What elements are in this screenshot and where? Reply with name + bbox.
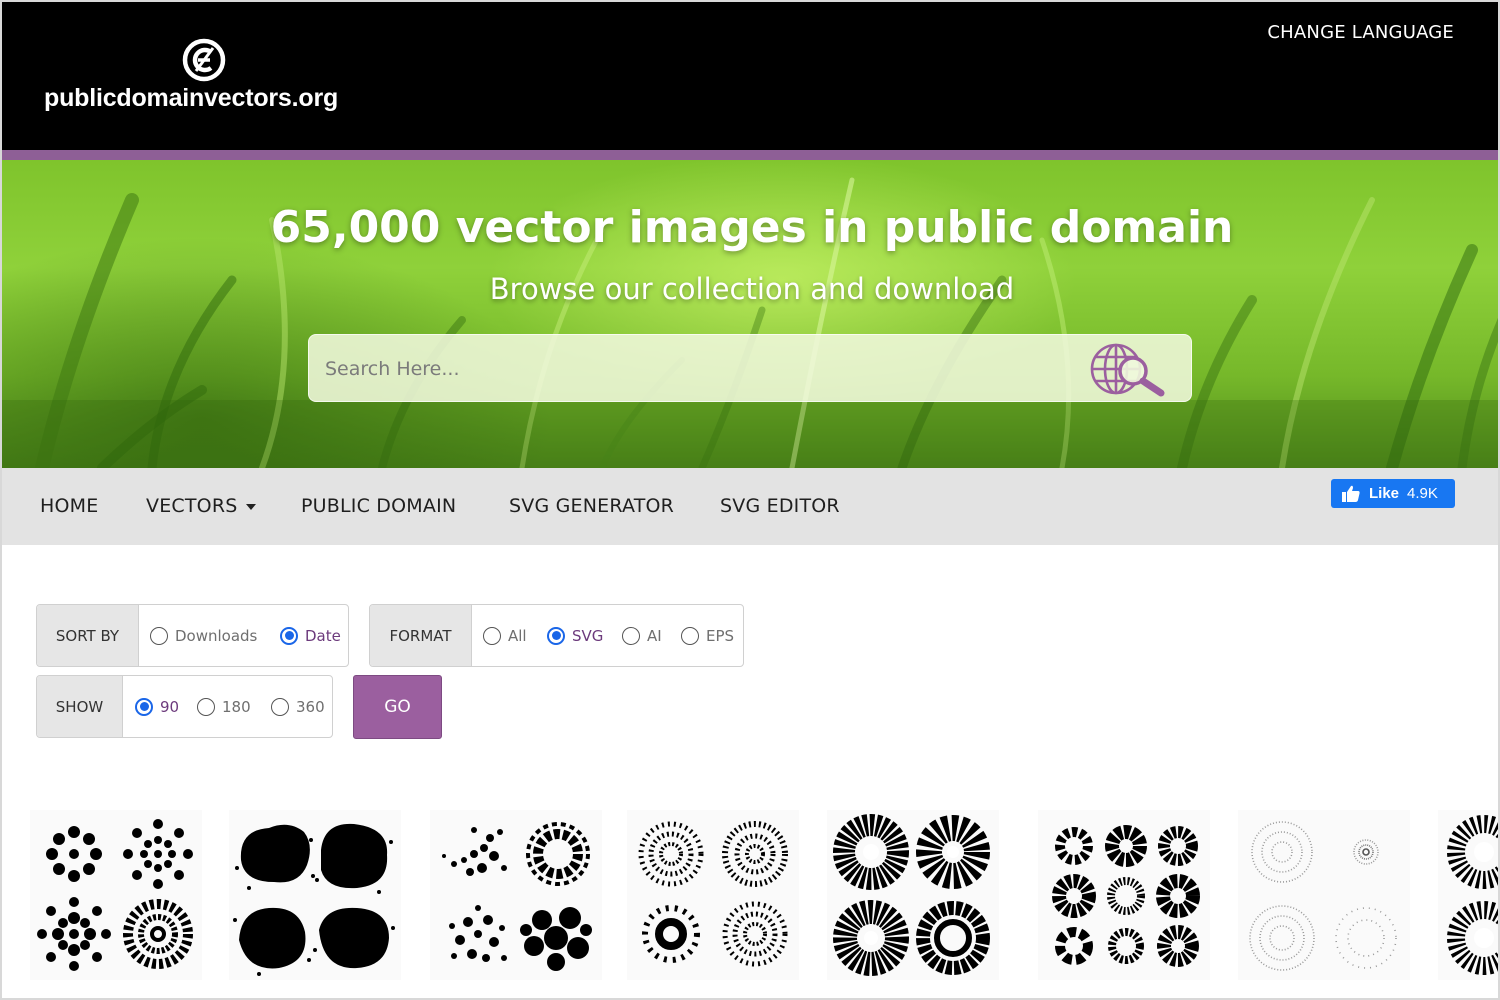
halftone-blob-patterns-icon	[233, 823, 395, 976]
dot-swirl-patterns-icon	[442, 822, 592, 971]
radio-360[interactable]	[271, 697, 289, 716]
vector-thumbnail[interactable]	[627, 810, 799, 980]
format-option-eps[interactable]: EPS	[681, 605, 734, 666]
hero-subtitle: Browse our collection and download	[489, 272, 1015, 306]
facebook-like-count: 4.9K	[1407, 485, 1438, 502]
sort-by-label: SORT BY	[37, 605, 139, 666]
nav-item-vectors-label: VECTORS	[146, 495, 238, 517]
nav-item-svg-editor[interactable]: SVG EDITOR	[720, 495, 840, 517]
vector-thumbnail[interactable]	[430, 810, 602, 980]
format-option-all[interactable]: All	[483, 605, 527, 666]
header-accent-divider	[2, 150, 1498, 160]
radio-all[interactable]	[483, 626, 501, 645]
facebook-like-button[interactable]: Like 4.9K	[1331, 479, 1455, 508]
main-navigation: HOME VECTORS PUBLIC DOMAIN SVG GENERATOR…	[2, 468, 1498, 545]
sort-by-group: SORT BY Downloads Date	[36, 604, 349, 667]
go-button[interactable]: GO	[353, 675, 442, 739]
swirl-circle-patterns-icon	[1052, 825, 1200, 967]
spiral-dot-patterns-icon	[638, 821, 788, 967]
nav-item-vectors[interactable]: VECTORS	[146, 495, 256, 517]
logo-text: publicdomainvectors.org	[44, 84, 339, 112]
search-button[interactable]	[1089, 341, 1179, 397]
nav-item-public-domain[interactable]: PUBLIC DOMAIN	[301, 495, 456, 517]
show-option-180[interactable]: 180	[197, 676, 251, 737]
radio-90[interactable]	[135, 697, 153, 716]
hero-banner: 65,000 vector images in public domain Br…	[2, 160, 1498, 468]
search-input[interactable]	[325, 351, 1065, 387]
show-option-90[interactable]: 90	[135, 676, 179, 737]
vector-thumbnail[interactable]	[1038, 810, 1210, 980]
facebook-like-label: Like	[1369, 485, 1400, 502]
format-group: FORMAT All SVG AI EPS	[369, 604, 744, 667]
format-option-svg[interactable]: SVG	[547, 605, 603, 666]
vector-thumbnail[interactable]	[1438, 810, 1498, 980]
radio-downloads[interactable]	[150, 626, 168, 645]
site-logo[interactable]: publicdomainvectors.org	[44, 36, 374, 116]
site-header: publicdomainvectors.org CHANGE LANGUAGE	[2, 2, 1498, 150]
radial-stripe-pattern-icon	[1447, 815, 1498, 975]
radio-eps[interactable]	[681, 626, 699, 645]
sort-option-downloads-label: Downloads	[175, 626, 258, 645]
radio-svg[interactable]	[547, 626, 565, 645]
public-domain-logo-icon	[182, 38, 226, 82]
change-language-link[interactable]: CHANGE LANGUAGE	[1267, 22, 1454, 43]
sort-option-downloads[interactable]: Downloads	[150, 605, 257, 666]
nav-item-svg-generator[interactable]: SVG GENERATOR	[509, 495, 674, 517]
format-option-ai[interactable]: AI	[622, 605, 662, 666]
show-option-360-label: 360	[296, 697, 325, 716]
sort-option-date-label: Date	[305, 626, 341, 645]
format-option-eps-label: EPS	[706, 626, 735, 645]
vector-thumbnail[interactable]	[1238, 810, 1410, 980]
vector-thumbnail[interactable]	[30, 810, 202, 980]
page-frame: publicdomainvectors.org CHANGE LANGUAGE	[0, 0, 1500, 1000]
format-option-svg-label: SVG	[572, 626, 604, 645]
hero-title: 65,000 vector images in public domain	[270, 202, 1234, 253]
sunburst-ring-patterns-icon	[833, 814, 990, 976]
show-option-180-label: 180	[222, 697, 251, 716]
radio-ai[interactable]	[622, 626, 640, 645]
show-option-90-label: 90	[160, 697, 180, 716]
dotted-circle-patterns-icon	[37, 819, 193, 971]
radio-date[interactable]	[280, 626, 298, 645]
nav-item-home[interactable]: HOME	[40, 495, 98, 517]
sort-option-date[interactable]: Date	[280, 605, 341, 666]
show-group: SHOW 90 180 360	[36, 675, 333, 738]
vector-thumbnail[interactable]	[229, 810, 401, 980]
show-option-360[interactable]: 360	[271, 676, 325, 737]
globe-search-icon	[1090, 343, 1165, 397]
format-option-all-label: All	[508, 626, 527, 645]
radio-180[interactable]	[197, 697, 215, 716]
faint-dotted-circle-patterns-icon	[1249, 821, 1397, 971]
vector-thumbnail[interactable]	[827, 810, 999, 980]
show-label: SHOW	[37, 676, 123, 737]
thumbs-up-icon	[1342, 485, 1360, 502]
caret-down-icon	[245, 503, 256, 510]
format-label: FORMAT	[370, 605, 472, 666]
format-option-ai-label: AI	[647, 626, 662, 645]
search-box	[308, 334, 1192, 402]
